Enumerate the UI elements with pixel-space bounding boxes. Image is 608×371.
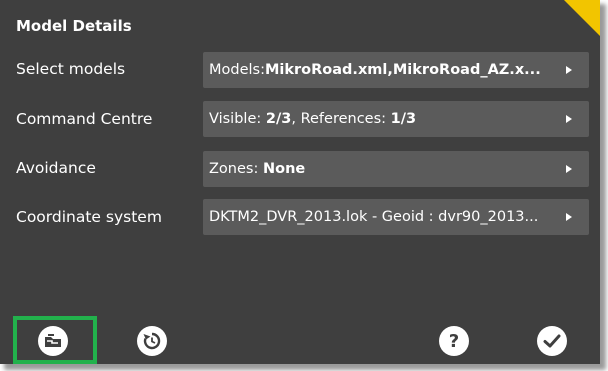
coordinate-system-value: DKTM2_DVR_2013.lok - Geoid : dvr90_2013.… — [209, 209, 539, 225]
row-label-select-models: Select models — [16, 60, 126, 78]
highlight-box — [13, 316, 97, 364]
value-prefix: Visible: — [209, 111, 266, 127]
value-prefix: Models: — [209, 62, 265, 78]
value-bold: None — [262, 161, 306, 177]
chevron-right-icon — [566, 213, 572, 221]
row-label-coordinate-system: Coordinate system — [16, 208, 162, 226]
screenshot-frame: Model Details Select models Models:Mikro… — [0, 0, 608, 371]
avoidance-field[interactable]: Zones: None — [203, 151, 589, 187]
value-bold-2: 1/3 — [390, 111, 417, 127]
reset-icon — [143, 332, 161, 350]
value-prefix: Zones: — [209, 161, 263, 177]
avoidance-value: Zones: None — [209, 161, 547, 177]
corner-accent — [564, 0, 600, 36]
confirm-button[interactable] — [537, 326, 567, 356]
model-details-panel: Model Details Select models Models:Mikro… — [0, 0, 600, 364]
chevron-right-icon — [566, 115, 572, 123]
help-icon: ? — [448, 330, 460, 352]
reset-button[interactable] — [137, 326, 167, 356]
command-centre-field[interactable]: Visible: 2/3, References: 1/3 — [203, 101, 589, 137]
row-label-command-centre: Command Centre — [16, 110, 153, 128]
select-models-field[interactable]: Models:MikroRoad.xml,MikroRoad_AZ.x... — [203, 52, 589, 88]
help-button[interactable]: ? — [439, 326, 469, 356]
panel-title: Model Details — [16, 17, 132, 35]
value-bold: MikroRoad.xml,MikroRoad_AZ.x... — [264, 62, 541, 78]
chevron-right-icon — [566, 66, 572, 74]
select-models-value: Models:MikroRoad.xml,MikroRoad_AZ.x... — [209, 62, 547, 78]
coordinate-system-field[interactable]: DKTM2_DVR_2013.lok - Geoid : dvr90_2013.… — [203, 199, 589, 235]
value-bold: 2/3 — [265, 111, 292, 127]
row-label-avoidance: Avoidance — [16, 159, 96, 177]
confirm-icon — [543, 334, 561, 348]
command-centre-value: Visible: 2/3, References: 1/3 — [209, 111, 547, 127]
value-mid: , References: — [291, 111, 391, 127]
chevron-right-icon — [566, 165, 572, 173]
